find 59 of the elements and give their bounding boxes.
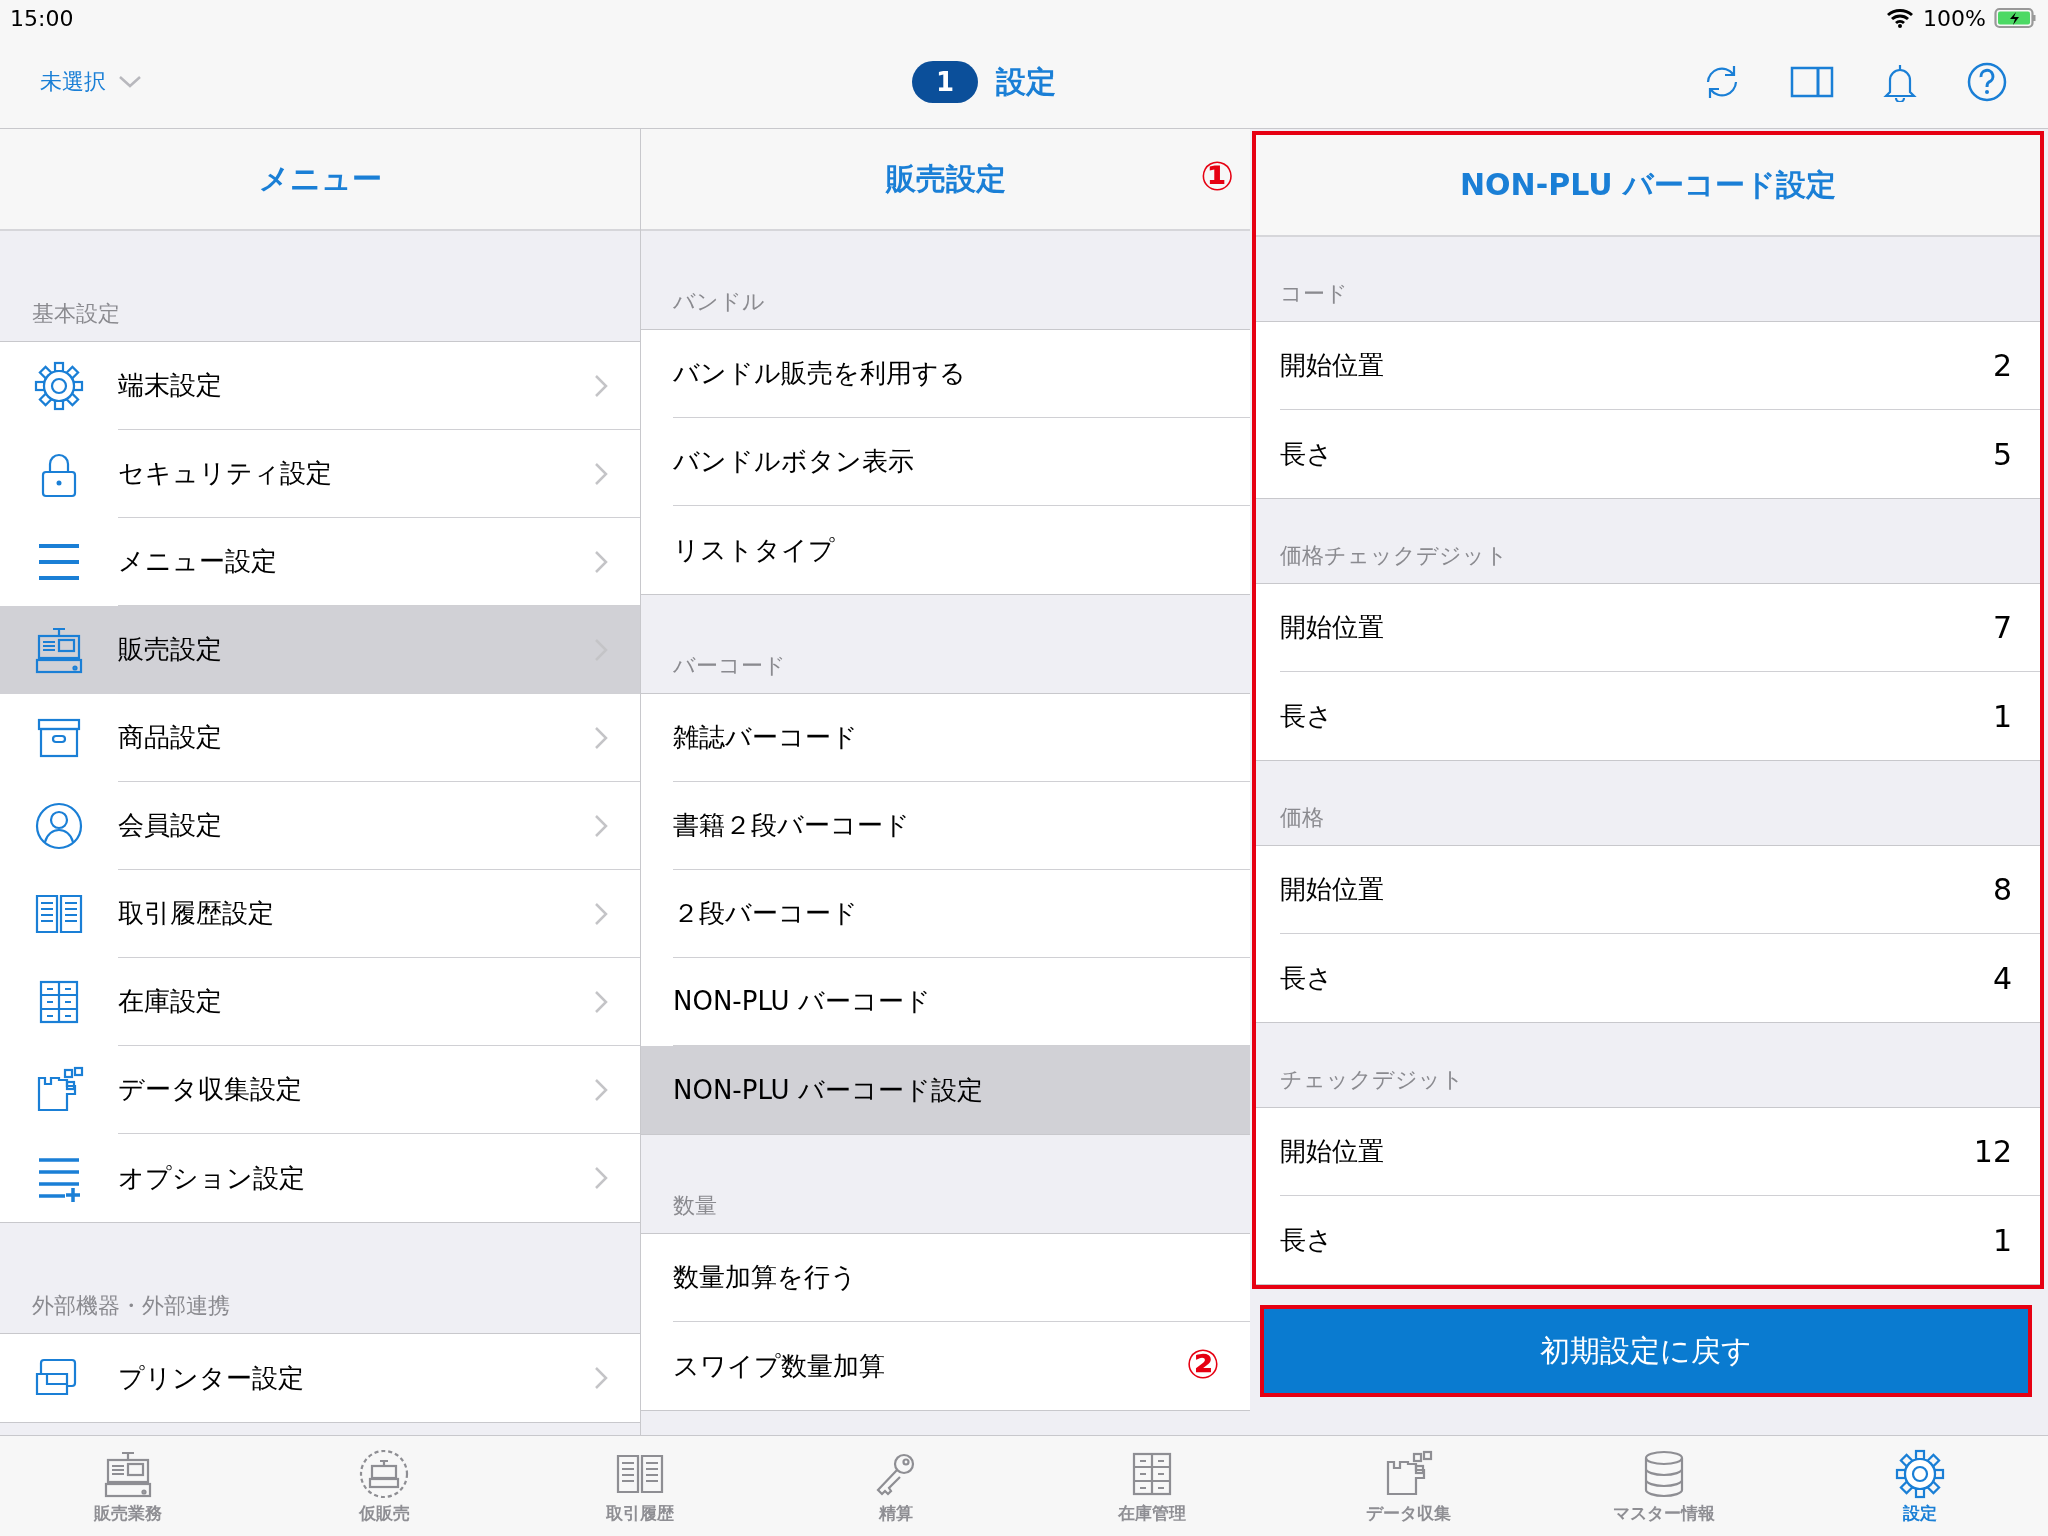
- settings-icon: [33, 360, 85, 412]
- chevron-right-icon: [594, 1166, 608, 1190]
- screen-title: 設定: [996, 62, 1057, 101]
- store-selector[interactable]: 未選択: [40, 67, 142, 97]
- section-header: 基本設定: [32, 300, 120, 328]
- setting-label: 長さ: [1280, 437, 1333, 471]
- setting-label: 開始位置: [1280, 611, 1384, 644]
- setting-label: 長さ: [1280, 1223, 1333, 1257]
- setting-value: 8: [1992, 872, 2012, 907]
- setting-value: 7: [1992, 610, 2012, 645]
- setting-value: 12: [1973, 1134, 2012, 1169]
- clock-time: 15:00: [10, 5, 74, 31]
- tab-item[interactable]: 設定: [1792, 1436, 2048, 1536]
- chevron-right-icon: [594, 989, 608, 1014]
- annotation-marker: ①: [1200, 153, 1234, 199]
- section-header: 価格: [1280, 804, 1324, 832]
- section-header: バンドル: [673, 288, 765, 316]
- section-header: バーコード: [673, 652, 786, 680]
- setting-value: 1: [1992, 698, 2012, 734]
- list-item[interactable]: 販売設定: [0, 606, 640, 694]
- chevron-right-icon: [594, 1077, 608, 1102]
- setting-value: 4: [1992, 960, 2012, 996]
- count-badge: 1: [912, 61, 979, 103]
- setting-value: 1: [1992, 1222, 2012, 1258]
- bell-icon[interactable]: [1882, 62, 1918, 102]
- chevron-right-icon: [594, 461, 608, 486]
- setting-label: 開始位置: [1280, 349, 1384, 382]
- section-header: 数量: [673, 1192, 717, 1220]
- list-item[interactable]: NON-PLU バーコード設定: [641, 1046, 1250, 1134]
- chevron-right-icon: [594, 813, 608, 838]
- split-view-icon[interactable]: [1790, 65, 1834, 99]
- reset-button[interactable]: 初期設定に戻す: [1260, 1305, 2032, 1397]
- chevron-right-icon: [594, 1366, 608, 1390]
- section-header: 外部機器・外部連携: [32, 1292, 230, 1320]
- chevron-down-icon: [118, 75, 142, 89]
- chevron-right-icon: [594, 549, 608, 574]
- chevron-right-icon: [594, 725, 608, 750]
- section-header: チェックデジット: [1280, 1066, 1464, 1094]
- setting-value: 2: [1992, 348, 2012, 383]
- column-title: NON-PLU バーコード設定: [1460, 165, 1836, 204]
- wifi-icon: [1885, 7, 1916, 29]
- chevron-right-icon: [594, 373, 608, 398]
- person-icon: [33, 800, 85, 852]
- setting-label: 長さ: [1280, 699, 1333, 733]
- column-title: 販売設定: [885, 159, 1006, 198]
- section-header: コード: [1280, 280, 1348, 308]
- chevron-right-icon: [594, 901, 608, 926]
- help-icon[interactable]: [1966, 61, 2008, 103]
- column-title: メニュー: [258, 159, 382, 198]
- battery-icon: [1994, 7, 2038, 29]
- section-header: 価格チェックデジット: [1280, 542, 1508, 570]
- setting-label: 開始位置: [1280, 873, 1384, 906]
- setting-label: 開始位置: [1280, 1135, 1384, 1168]
- settings-icon: [1894, 1447, 1946, 1500]
- setting-value: 5: [1992, 436, 2012, 472]
- battery-percent: 100%: [1923, 5, 1986, 31]
- dashed-register-icon: [358, 1447, 410, 1500]
- annotation-marker: ②: [1186, 1341, 1220, 1387]
- setting-label: 長さ: [1280, 961, 1333, 995]
